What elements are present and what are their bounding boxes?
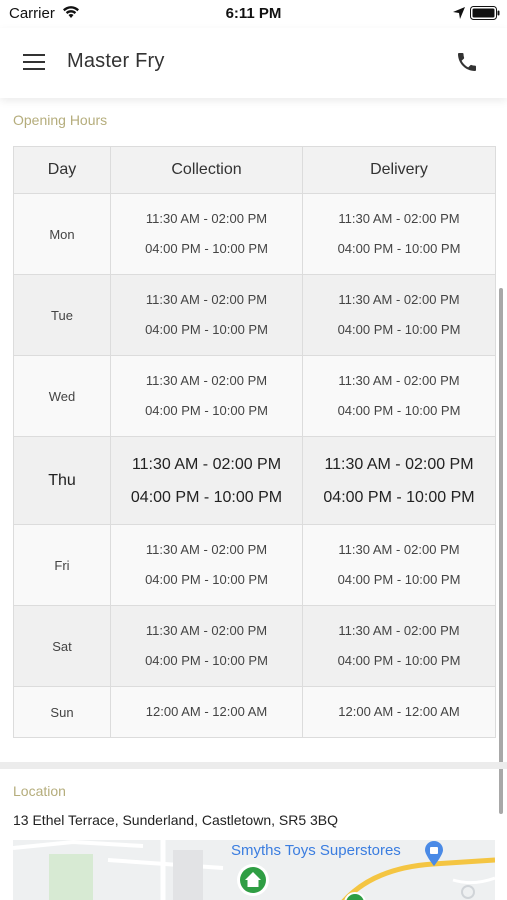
location-map[interactable]: Smyths Toys Superstores [13,840,495,900]
phone-icon[interactable] [455,50,479,74]
status-time: 6:11 PM [225,5,282,22]
section-divider [0,762,507,769]
time-slot: 04:00 PM - 10:00 PM [145,653,268,668]
time-slot: 11:30 AM - 02:00 PM [338,542,460,557]
delivery-cell: 11:30 AM - 02:00 PM 04:00 PM - 10:00 PM [302,274,496,356]
time-slot: 04:00 PM - 10:00 PM [145,403,268,418]
opening-hours-table: Day Collection Delivery Mon 11:30 AM - 0… [13,146,496,738]
day-cell: Mon [13,193,111,275]
shopping-pin-icon[interactable] [423,841,445,867]
delivery-cell: 11:30 AM - 02:00 PM 04:00 PM - 10:00 PM [302,436,496,525]
time-slot: 11:30 AM - 02:00 PM [324,455,474,473]
time-slot: 12:00 AM - 12:00 AM [338,704,460,719]
table-row: Sat 11:30 AM - 02:00 PM 04:00 PM - 10:00… [13,605,496,687]
collection-cell: 11:30 AM - 02:00 PM 04:00 PM - 10:00 PM [110,193,303,275]
location-arrow-icon [453,7,465,19]
table-row: Fri 11:30 AM - 02:00 PM 04:00 PM - 10:00… [13,524,496,606]
column-header-day: Day [13,146,111,194]
time-slot: 04:00 PM - 10:00 PM [337,241,461,256]
content-area[interactable]: Opening Hours Day Collection Delivery Mo… [0,98,507,900]
time-slot: 04:00 PM - 10:00 PM [337,572,461,587]
address-text: 13 Ethel Terrace, Sunderland, Castletown… [13,812,339,828]
hamburger-menu-icon[interactable] [22,52,46,72]
time-slot: 04:00 PM - 10:00 PM [130,488,283,506]
map-store-label: Smyths Toys Superstores [231,842,401,859]
time-slot: 11:30 AM - 02:00 PM [131,455,282,473]
home-marker-icon[interactable] [235,862,271,898]
time-slot: 11:30 AM - 02:00 PM [338,373,460,388]
collection-cell: 12:00 AM - 12:00 AM [110,686,303,738]
table-row: Tue 11:30 AM - 02:00 PM 04:00 PM - 10:00… [13,274,496,356]
delivery-cell: 11:30 AM - 02:00 PM 04:00 PM - 10:00 PM [302,605,496,687]
column-header-delivery: Delivery [302,146,496,194]
time-slot: 11:30 AM - 02:00 PM [145,211,268,226]
day-cell: Sun [13,686,111,738]
collection-cell: 11:30 AM - 02:00 PM 04:00 PM - 10:00 PM [110,274,303,356]
day-cell: Tue [13,274,111,356]
collection-cell: 11:30 AM - 02:00 PM 04:00 PM - 10:00 PM [110,355,303,437]
time-slot: 11:30 AM - 02:00 PM [145,542,268,557]
day-cell: Fri [13,524,111,606]
delivery-cell: 12:00 AM - 12:00 AM [302,686,496,738]
time-slot: 11:30 AM - 02:00 PM [145,292,268,307]
app-header: Master Fry [0,28,507,98]
column-header-collection: Collection [110,146,303,194]
delivery-cell: 11:30 AM - 02:00 PM 04:00 PM - 10:00 PM [302,355,496,437]
app-title: Master Fry [67,50,165,72]
day-cell: Sat [13,605,111,687]
time-slot: 04:00 PM - 10:00 PM [145,572,268,587]
time-slot: 04:00 PM - 10:00 PM [323,488,475,506]
time-slot: 04:00 PM - 10:00 PM [337,403,461,418]
day-cell: Thu [13,436,111,525]
time-slot: 12:00 AM - 12:00 AM [145,704,268,719]
status-bar: Carrier 6:11 PM [0,0,507,28]
table-row: Sun 12:00 AM - 12:00 AM 12:00 AM - 12:00… [13,686,496,738]
opening-hours-title: Opening Hours [13,112,108,128]
time-slot: 04:00 PM - 10:00 PM [145,241,268,256]
time-slot: 11:30 AM - 02:00 PM [338,292,460,307]
scrollbar[interactable] [499,288,503,814]
battery-icon [470,6,500,20]
delivery-cell: 11:30 AM - 02:00 PM 04:00 PM - 10:00 PM [302,193,496,275]
location-title: Location [13,783,66,799]
collection-cell: 11:30 AM - 02:00 PM 04:00 PM - 10:00 PM [110,524,303,606]
time-slot: 11:30 AM - 02:00 PM [145,373,268,388]
table-row: Wed 11:30 AM - 02:00 PM 04:00 PM - 10:00… [13,355,496,437]
time-slot: 04:00 PM - 10:00 PM [145,322,268,337]
time-slot: 11:30 AM - 02:00 PM [338,623,460,638]
time-slot: 11:30 AM - 02:00 PM [145,623,268,638]
collection-cell: 11:30 AM - 02:00 PM 04:00 PM - 10:00 PM [110,605,303,687]
day-cell: Wed [13,355,111,437]
collection-cell: 11:30 AM - 02:00 PM 04:00 PM - 10:00 PM [110,436,303,525]
time-slot: 11:30 AM - 02:00 PM [338,211,460,226]
table-row: Mon 11:30 AM - 02:00 PM 04:00 PM - 10:00… [13,193,496,275]
time-slot: 04:00 PM - 10:00 PM [337,653,461,668]
table-row-today: Thu 11:30 AM - 02:00 PM 04:00 PM - 10:00… [13,436,496,525]
time-slot: 04:00 PM - 10:00 PM [337,322,461,337]
delivery-cell: 11:30 AM - 02:00 PM 04:00 PM - 10:00 PM [302,524,496,606]
